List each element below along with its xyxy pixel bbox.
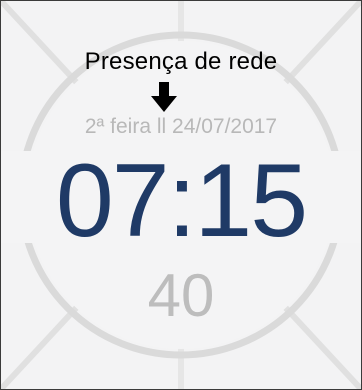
screenshot-frame: Presença de rede 2ª feira ll 24/07/2017 … bbox=[0, 0, 362, 390]
time-display: 07:15 bbox=[55, 143, 308, 259]
network-presence-label: Presença de rede bbox=[84, 48, 278, 75]
arrow-down-icon bbox=[151, 82, 177, 112]
seconds-display: 40 bbox=[147, 262, 215, 329]
date-label: 2ª feira ll 24/07/2017 bbox=[84, 115, 278, 138]
